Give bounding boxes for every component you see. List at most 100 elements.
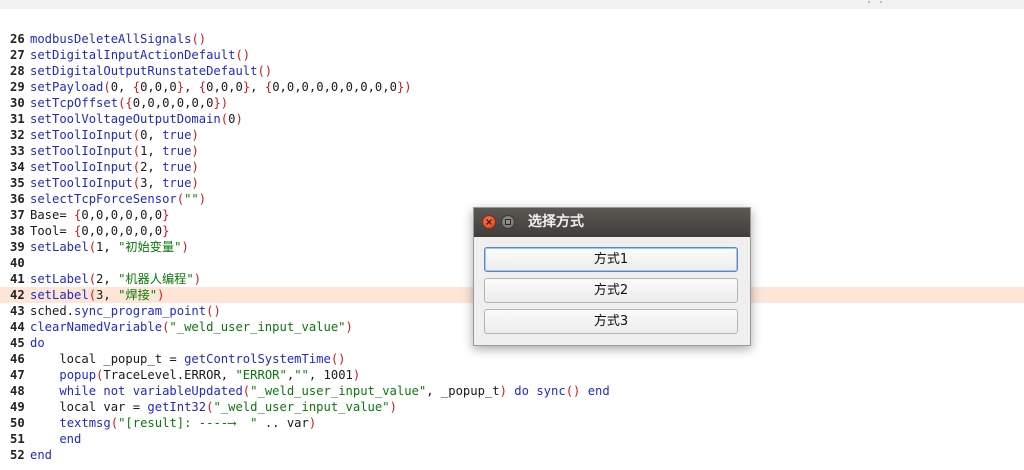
code-text: end <box>30 447 52 463</box>
code-token: ) <box>193 272 202 286</box>
code-token: setDigitalInputActionDefault <box>30 48 236 62</box>
code-line[interactable]: 52 end <box>0 447 1024 463</box>
code-line[interactable]: 26 modbusDeleteAllSignals() <box>0 31 1024 47</box>
code-token: 0, <box>110 80 133 94</box>
code-token: ( <box>88 288 97 302</box>
code-token: "焊接" <box>118 288 158 302</box>
code-text: do <box>30 335 45 351</box>
code-token: ) <box>191 128 199 142</box>
code-token: ( <box>103 80 111 94</box>
code-token: 2, <box>96 272 119 286</box>
code-token: }) <box>396 80 412 94</box>
code-token: "初始变量" <box>118 240 182 254</box>
line-number: 34 <box>10 160 25 174</box>
code-token: "ERROR" <box>235 368 287 382</box>
code-token: 0,0,0,0,0,0 <box>132 96 214 110</box>
code-token: true <box>162 128 192 142</box>
code-token: while not <box>59 384 133 398</box>
option-3-button[interactable]: 方式3 <box>484 309 738 334</box>
code-token: Base= <box>30 208 75 222</box>
code-token: textmsg <box>59 416 111 430</box>
code-token: selectTcpForceSensor <box>30 192 177 206</box>
code-token: ( <box>132 160 141 174</box>
code-text: clearNamedVariable("_weld_user_input_val… <box>30 319 353 335</box>
code-token: 1, <box>140 144 163 158</box>
code-token: ( <box>132 176 141 190</box>
code-token: "" <box>184 192 199 206</box>
line-number: 43 <box>10 304 25 318</box>
minimize-icon[interactable] <box>501 215 515 229</box>
code-text: setLabel(1, "初始变量") <box>30 239 189 255</box>
code-token: ) <box>191 144 199 158</box>
code-token: 0,0,0,0,0,0 <box>81 208 163 222</box>
code-token: ({ <box>118 96 133 110</box>
code-token: 0,0,0,0,0,0 <box>81 224 163 238</box>
code-text: setDigitalInputActionDefault() <box>30 47 250 63</box>
code-token: .. var <box>257 416 309 430</box>
code-token: ) <box>499 384 507 398</box>
line-number: 51 <box>10 432 25 446</box>
code-token: ) <box>191 176 199 190</box>
line-number: 32 <box>10 128 25 142</box>
code-token: "_weld_user_input_value" <box>250 384 427 398</box>
code-line[interactable]: 30 setTcpOffset({0,0,0,0,0,0}) <box>0 95 1024 111</box>
code-token: setToolIoInput <box>30 176 133 190</box>
code-token: true <box>162 160 192 174</box>
code-text: selectTcpForceSensor("") <box>30 191 206 207</box>
close-icon[interactable] <box>482 215 496 229</box>
line-number: 42 <box>10 288 25 302</box>
code-line[interactable]: 46 local _popup_t = getControlSystemTime… <box>0 351 1024 367</box>
code-text: setLabel(2, "机器人编程") <box>30 271 201 287</box>
dialog-titlebar[interactable]: 选择方式 <box>474 208 750 237</box>
resize-dot <box>880 1 882 3</box>
code-token: sync <box>536 384 566 398</box>
code-line[interactable]: 36 selectTcpForceSensor("") <box>0 191 1024 207</box>
option-1-button[interactable]: 方式1 <box>484 247 738 272</box>
code-line[interactable]: 32 setToolIoInput(0, true) <box>0 127 1024 143</box>
code-token: Tool= <box>30 224 75 238</box>
code-token: do <box>30 336 45 350</box>
code-token: 0,0,0 <box>140 80 177 94</box>
code-line[interactable]: 35 setToolIoInput(3, true) <box>0 175 1024 191</box>
code-token: getControlSystemTime <box>184 352 331 366</box>
code-line[interactable]: 50 textmsg("[result]: ----⟶ " .. var) <box>0 415 1024 431</box>
line-number: 37 <box>10 208 25 222</box>
code-token: TraceLevel.ERROR, <box>103 368 236 382</box>
code-token: "_weld_user_input_value" <box>169 320 346 334</box>
code-text: setPayload(0, {0,0,0}, {0,0,0}, {0,0,0,0… <box>30 79 412 95</box>
code-line[interactable]: 27 setDigitalInputActionDefault() <box>0 47 1024 63</box>
code-line[interactable]: 49 local var = getInt32("_weld_user_inpu… <box>0 399 1024 415</box>
code-text: setDigitalOutputRunstateDefault() <box>30 63 272 79</box>
code-line[interactable]: 48 while not variableUpdated("_weld_user… <box>0 383 1024 399</box>
code-token: ) <box>157 288 165 302</box>
code-token: setToolIoInput <box>30 144 133 158</box>
code-line[interactable]: 47 popup(TraceLevel.ERROR, "ERROR","", 1… <box>0 367 1024 383</box>
option-2-button[interactable]: 方式2 <box>484 278 738 303</box>
code-line[interactable]: 31 setToolVoltageOutputDomain(0) <box>0 111 1024 127</box>
code-line[interactable]: 34 setToolIoInput(2, true) <box>0 159 1024 175</box>
code-token: "" <box>294 368 309 382</box>
code-line[interactable]: 33 setToolIoInput(1, true) <box>0 143 1024 159</box>
code-line[interactable]: 51 end <box>0 431 1024 447</box>
code-token: local var = <box>30 400 148 414</box>
code-token: "_weld_user_input_value" <box>213 400 390 414</box>
code-token: getInt32 <box>147 400 207 414</box>
code-token: setToolVoltageOutputDomain <box>30 112 221 126</box>
code-token: clearNamedVariable <box>30 320 163 334</box>
code-text: setToolIoInput(1, true) <box>30 143 199 159</box>
code-token: () <box>257 64 273 78</box>
code-token: ) <box>389 400 397 414</box>
code-token: "机器人编程" <box>118 272 194 286</box>
code-line[interactable]: 29 setPayload(0, {0,0,0}, {0,0,0}, {0,0,0… <box>0 79 1024 95</box>
code-token: modbusDeleteAllSignals <box>30 32 192 46</box>
code-token: true <box>162 176 192 190</box>
top-strip <box>0 0 1024 9</box>
code-token: 3, <box>96 288 119 302</box>
line-number: 38 <box>10 224 25 238</box>
code-text: local var = getInt32("_weld_user_input_v… <box>30 399 397 415</box>
code-token: setToolIoInput <box>30 128 133 142</box>
line-number: 36 <box>10 192 25 206</box>
code-line[interactable]: 28 setDigitalOutputRunstateDefault() <box>0 63 1024 79</box>
line-number: 39 <box>10 240 25 254</box>
